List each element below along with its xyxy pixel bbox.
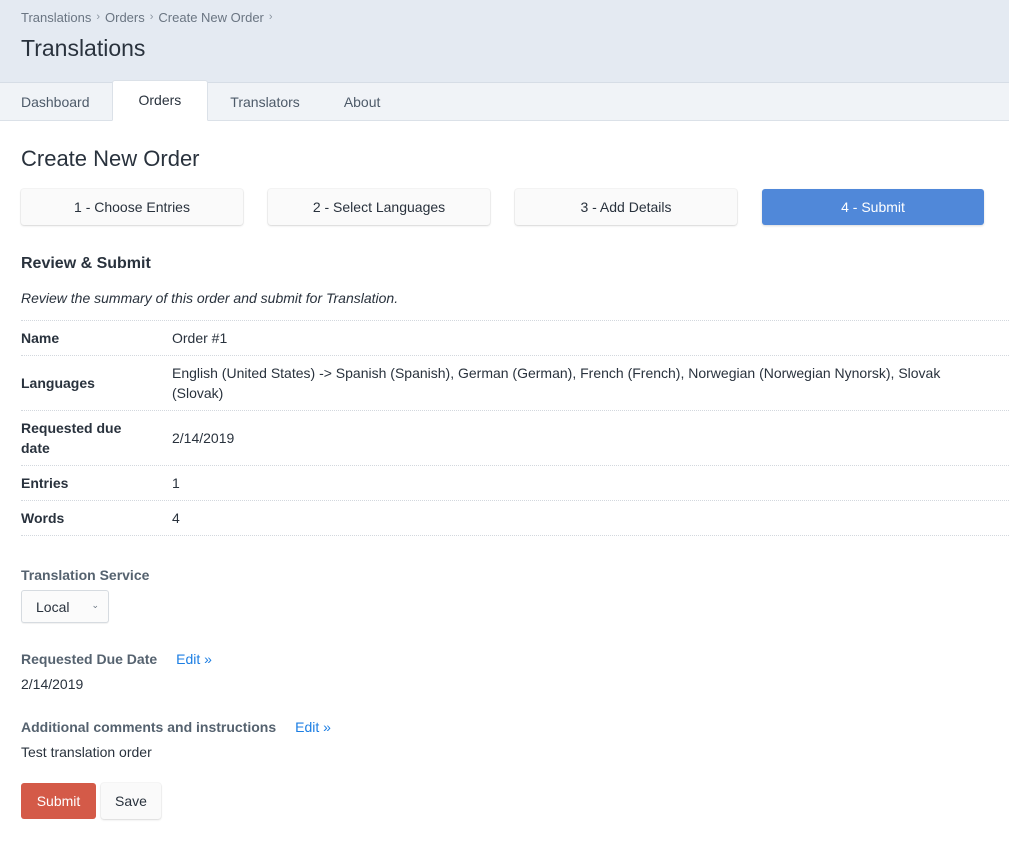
due-date-value: 2/14/2019 [21,676,84,692]
summary-row-words: Words 4 [21,501,1009,536]
due-date-label: Requested Due Date [21,651,158,667]
summary-value: 1 [172,475,180,491]
summary-value: 2/14/2019 [172,430,235,446]
summary-key: Requested due date [21,420,122,456]
breadcrumb-separator-icon: › [96,11,100,23]
translation-service-value: Local [36,598,70,615]
review-intro: Review the summary of this order and sub… [21,290,399,306]
chevron-down-icon: ⌄ [91,600,99,610]
summary-row-name: Name Order #1 [21,321,1009,356]
summary-value: English (United States) -> Spanish (Span… [172,365,941,401]
comments-field: Additional comments and instructions Edi… [21,719,1009,760]
breadcrumb: Translations › Orders › Create New Order… [21,9,988,25]
step-add-details[interactable]: 3 - Add Details [515,189,737,225]
translation-service-select[interactable]: Local ⌄ [21,590,109,623]
summary-key: Entries [21,475,69,491]
translation-service-label: Translation Service [21,567,150,583]
page-header: Translations › Orders › Create New Order… [0,0,1009,83]
tab-translators[interactable]: Translators [208,83,322,121]
order-summary-table: Name Order #1 Languages English (United … [21,320,1009,536]
section-title: Review & Submit [21,255,151,272]
translation-service-field: Translation Service Local ⌄ [21,567,1009,623]
tab-about[interactable]: About [322,83,403,121]
breadcrumb-orders[interactable]: Orders [105,10,145,25]
summary-row-due-date: Requested due date 2/14/2019 [21,411,1009,466]
summary-key: Languages [21,375,95,391]
step-submit[interactable]: 4 - Submit [762,189,984,225]
page-title: Create New Order [21,146,200,171]
step-choose-entries[interactable]: 1 - Choose Entries [21,189,243,225]
breadcrumb-translations[interactable]: Translations [21,10,91,25]
form-actions: Submit Save [21,783,1009,819]
summary-row-entries: Entries 1 [21,466,1009,501]
save-button[interactable]: Save [101,783,161,819]
summary-value: 4 [172,510,180,526]
edit-comments-link[interactable]: Edit » [295,719,331,735]
breadcrumb-separator-icon: › [149,11,154,23]
main-tabs: Dashboard Orders Translators About [0,80,1009,121]
app-title: Translations [21,35,146,61]
submit-button[interactable]: Submit [21,783,96,819]
summary-value: Order #1 [172,330,228,346]
edit-due-date-link[interactable]: Edit » [176,651,212,667]
wizard-steps: 1 - Choose Entries 2 - Select Languages … [21,189,984,225]
breadcrumb-create-new-order[interactable]: Create New Order [158,10,263,25]
summary-row-languages: Languages English (United States) -> Spa… [21,356,1009,411]
summary-key: Name [21,330,60,346]
summary-key: Words [21,510,65,526]
tab-dashboard[interactable]: Dashboard [0,83,112,121]
breadcrumb-separator-icon: › [268,11,273,23]
step-select-languages[interactable]: 2 - Select Languages [268,189,490,225]
due-date-field: Requested Due Date Edit » 2/14/2019 [21,651,1009,692]
main-content: Create New Order 1 - Choose Entries 2 - … [0,146,1009,819]
comments-value: Test translation order [21,744,152,760]
tab-orders[interactable]: Orders [111,80,209,121]
comments-label: Additional comments and instructions [21,719,277,735]
